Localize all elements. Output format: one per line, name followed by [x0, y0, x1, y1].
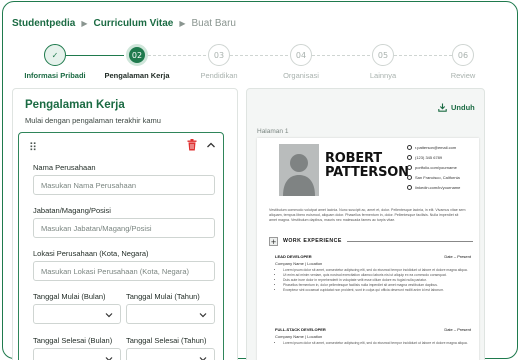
profile-photo: [279, 144, 319, 196]
breadcrumb-section[interactable]: Curriculum Vitae: [94, 18, 174, 29]
drag-handle-icon[interactable]: ⠿: [29, 141, 37, 154]
step-number: 04: [290, 44, 312, 66]
job-bullet: Lorem ipsum dolor sit amet, consectetur …: [283, 341, 471, 346]
linkedin-icon: [407, 185, 412, 190]
step-pengalaman-kerja[interactable]: 02 Pengalaman Kerja: [97, 44, 177, 80]
breadcrumb: Studentpedia ▶ Curriculum Vitae ▶ Buat B…: [12, 18, 236, 29]
end-month-label: Tanggal Selesai (Bulan): [33, 336, 113, 345]
position-input[interactable]: Masukan Jabatan/Magang/Posisi: [33, 218, 215, 238]
company-input[interactable]: Masukan Nama Perusahaan: [33, 175, 215, 195]
experience-card: ⠿ Nama Perusahaan Masukan Nama Perusahaa…: [18, 132, 224, 360]
location-label: Lokasi Perusahaan (Kota, Negara): [33, 249, 149, 258]
contact-text: linkedin.com/in/yourname: [415, 185, 461, 190]
section-title: WORK EXPERIENCE: [283, 238, 342, 244]
step-label: Organisasi: [283, 71, 319, 80]
step-label: Review: [450, 71, 476, 80]
location-icon: [407, 175, 412, 180]
download-label: Unduh: [451, 103, 475, 112]
step-number: 03: [208, 44, 230, 66]
email-icon: [407, 145, 412, 150]
position-label: Jabatan/Magang/Posisi: [33, 206, 111, 215]
contact-text: (123) 345 6789: [415, 155, 443, 160]
form-subtitle: Mulai dengan pengalaman terakhir kamu: [25, 116, 161, 125]
chevron-up-icon[interactable]: [206, 140, 216, 150]
contact-phone: (123) 345 6789: [407, 155, 442, 160]
cv-job: FULL-STACK DEVELOPER Date – Present Compa…: [275, 327, 471, 346]
chevron-down-icon: [199, 357, 207, 360]
breadcrumb-separator-icon: ▶: [179, 19, 186, 28]
start-year-label: Tanggal Mulai (Tahun): [126, 292, 200, 301]
step-number: 05: [372, 44, 394, 66]
avatar-placeholder-icon: [283, 154, 315, 196]
chevron-down-icon: [105, 357, 113, 360]
start-month-label: Tanggal Mulai (Bulan): [33, 292, 106, 301]
job-role: LEAD DEVELOPER: [275, 254, 312, 259]
job-bullet: Excepteur sint occaecat cupidatat non pr…: [283, 288, 471, 293]
step-number: 06: [452, 44, 474, 66]
breadcrumb-home[interactable]: Studentpedia: [12, 18, 75, 29]
step-organisasi[interactable]: 04 Organisasi: [261, 44, 341, 80]
breadcrumb-current: Buat Baru: [191, 18, 236, 29]
step-lainnya[interactable]: 05 Lainnya: [343, 44, 423, 80]
job-date: Date – Present: [444, 327, 471, 332]
job-company: Company Name | Location: [275, 334, 323, 339]
start-month-select[interactable]: [33, 304, 121, 324]
start-year-select[interactable]: [126, 304, 215, 324]
contact-portfolio: portfolio.com/yourname: [407, 165, 457, 170]
cv-first-name: ROBERT: [325, 151, 382, 166]
chevron-down-icon: [105, 313, 113, 318]
step-label: Pengalaman Kerja: [104, 71, 170, 80]
section-divider: [346, 240, 473, 242]
add-section-icon[interactable]: +: [269, 236, 278, 246]
form-title: Pengalaman Kerja: [25, 99, 125, 111]
contact-text: San Francisco, California: [415, 175, 460, 180]
job-role: FULL-STACK DEVELOPER: [275, 327, 326, 332]
step-label: Informasi Pribadi: [24, 71, 86, 80]
end-year-label: Tanggal Selesai (Tahun): [126, 336, 207, 345]
contact-text: portfolio.com/yourname: [415, 165, 457, 170]
contact-email: r.patterson@email.com: [407, 145, 456, 150]
cv-preview-page: ROBERT PATTERSON r.patterson@email.com (…: [257, 138, 479, 360]
step-pendidikan[interactable]: 03 Pendidikan: [179, 44, 259, 80]
company-label: Nama Perusahaan: [33, 163, 96, 172]
contact-location: San Francisco, California: [407, 175, 460, 180]
progress-stepper: ✓ Informasi Pribadi 02 Pengalaman Kerja …: [0, 42, 516, 82]
cv-summary: Vestibulum commodo volutpat amet lacinia…: [269, 208, 466, 222]
contact-linkedin: linkedin.com/in/yourname: [407, 185, 460, 190]
step-label: Lainnya: [369, 71, 397, 80]
cv-name: ROBERT PATTERSON: [325, 152, 409, 180]
step-review[interactable]: 06 Review: [423, 44, 503, 80]
location-input[interactable]: Masukan Lokasi Perusahaan (Kota, Negara): [33, 261, 215, 281]
step-number: 02: [126, 44, 148, 66]
trash-icon[interactable]: [187, 139, 197, 151]
step-check-icon: ✓: [44, 44, 66, 66]
contact-text: r.patterson@email.com: [415, 145, 457, 150]
phone-icon: [407, 155, 412, 160]
job-date: Date – Present: [444, 254, 471, 259]
end-year-select[interactable]: [126, 348, 215, 360]
globe-icon: [407, 165, 412, 170]
page-indicator: Halaman 1: [257, 128, 289, 135]
work-experience-header: + WORK EXPERIENCE: [269, 236, 479, 246]
cv-last-name: PATTERSON: [325, 165, 409, 180]
cv-job: LEAD DEVELOPER Date – Present Company Nam…: [275, 254, 471, 293]
job-company: Company Name | Location: [275, 261, 323, 266]
download-icon: [438, 103, 447, 112]
chevron-down-icon: [199, 313, 207, 318]
breadcrumb-separator-icon: ▶: [81, 19, 88, 28]
step-informasi-pribadi[interactable]: ✓ Informasi Pribadi: [15, 44, 95, 80]
end-month-select[interactable]: [33, 348, 121, 360]
step-label: Pendidikan: [200, 71, 238, 80]
download-button[interactable]: Unduh: [438, 103, 475, 112]
